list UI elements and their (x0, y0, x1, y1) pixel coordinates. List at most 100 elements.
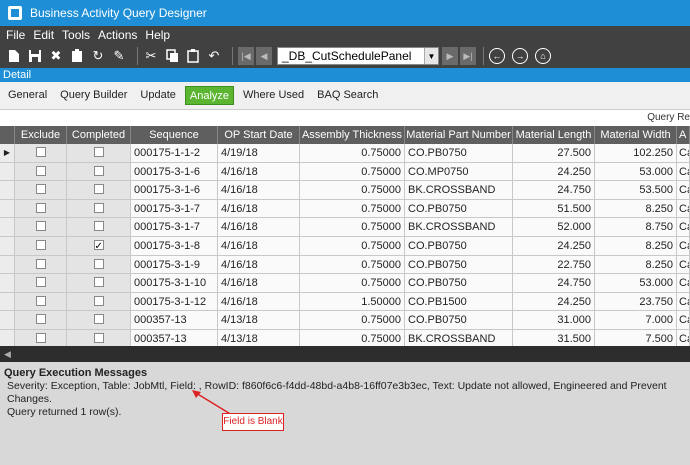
op-start-date-cell[interactable]: 4/19/18 (218, 144, 300, 163)
completed-checkbox[interactable] (93, 333, 104, 344)
results-grid[interactable]: Exclude Completed Sequence OP Start Date… (0, 126, 690, 346)
table-row[interactable]: 000175-3-1-6 4/16/18 0.75000 CO.MP0750 24.25… (0, 162, 690, 182)
horizontal-scrollbar[interactable]: ◀ (0, 346, 690, 362)
exclude-checkbox[interactable] (35, 240, 46, 251)
material-width-cell[interactable]: 7.500 (595, 330, 677, 346)
save-icon[interactable] (27, 48, 43, 64)
completed-checkbox[interactable] (93, 238, 104, 255)
undo-icon[interactable]: ↶ (206, 48, 222, 64)
row-selector[interactable] (0, 255, 15, 275)
tab-where-used[interactable]: Where Used (239, 86, 308, 105)
op-start-date-cell[interactable]: 4/16/18 (218, 237, 300, 256)
material-width-cell[interactable]: 8.250 (595, 237, 677, 256)
refresh-icon[interactable]: ↻ (90, 48, 106, 64)
material-width-cell[interactable]: 53.000 (595, 274, 677, 293)
sequence-cell[interactable]: 000175-3-1-7 (131, 199, 218, 219)
assembly-thickness-cell[interactable]: 0.75000 (300, 311, 405, 330)
table-row[interactable]: 000175-3-1-7 4/16/18 0.75000 BK.CROSSBAND 52… (0, 218, 690, 237)
assembly-thickness-cell[interactable]: 1.50000 (300, 292, 405, 312)
chevron-down-icon[interactable]: ▼ (424, 48, 438, 64)
column-header-material-width[interactable]: Material Width (595, 126, 677, 144)
completed-checkbox[interactable] (93, 165, 104, 176)
sequence-cell[interactable]: 000175-3-1-7 (131, 218, 218, 237)
material-width-cell[interactable]: 7.000 (595, 311, 677, 330)
material-length-cell[interactable]: 24.250 (513, 162, 595, 182)
exclude-checkbox[interactable] (35, 165, 46, 176)
delete-icon[interactable]: ✖ (48, 48, 64, 64)
next-record-button[interactable]: ▶ (442, 47, 458, 65)
exclude-checkbox[interactable] (35, 147, 46, 158)
material-length-cell[interactable]: 24.250 (513, 292, 595, 312)
new-icon[interactable] (6, 48, 22, 64)
table-row[interactable]: ▶ 000175-1-1-2 4/19/18 0.75000 CO.PB0750 27.5… (0, 144, 690, 163)
exclude-checkbox[interactable] (35, 184, 46, 195)
material-part-number-cell[interactable]: CO.PB0750 (405, 199, 513, 219)
scroll-left-icon[interactable]: ◀ (4, 349, 11, 360)
completed-checkbox[interactable] (93, 147, 104, 158)
material-width-cell[interactable]: 8.250 (595, 255, 677, 275)
row-selector[interactable]: ▶ (0, 144, 15, 163)
overflow-cell[interactable]: Ca (677, 144, 690, 163)
overflow-cell[interactable]: Ca (677, 237, 690, 256)
column-header-assembly-thickness[interactable]: Assembly Thickness (300, 126, 405, 144)
op-start-date-cell[interactable]: 4/13/18 (218, 330, 300, 346)
menu-actions[interactable]: Actions (98, 28, 137, 42)
completed-checkbox[interactable] (93, 202, 104, 213)
material-length-cell[interactable]: 27.500 (513, 144, 595, 163)
material-width-cell[interactable]: 23.750 (595, 292, 677, 312)
material-part-number-cell[interactable]: BK.CROSSBAND (405, 181, 513, 200)
menu-edit[interactable]: Edit (33, 28, 54, 42)
assembly-thickness-cell[interactable]: 0.75000 (300, 237, 405, 256)
overflow-cell[interactable]: Ca (677, 330, 690, 346)
tab-baq-search[interactable]: BAQ Search (313, 86, 382, 105)
sequence-cell[interactable]: 000175-3-1-10 (131, 274, 218, 293)
exclude-checkbox[interactable] (35, 221, 46, 232)
op-start-date-cell[interactable]: 4/16/18 (218, 292, 300, 312)
exclude-checkbox[interactable] (35, 333, 46, 344)
row-selector[interactable] (0, 237, 15, 256)
back-icon[interactable]: ← (489, 48, 505, 64)
overflow-cell[interactable]: Ca (677, 292, 690, 312)
material-part-number-cell[interactable]: BK.CROSSBAND (405, 330, 513, 346)
paste-icon[interactable] (185, 48, 201, 64)
assembly-thickness-cell[interactable]: 0.75000 (300, 255, 405, 275)
completed-checkbox[interactable] (93, 314, 104, 325)
overflow-cell[interactable]: Ca (677, 274, 690, 293)
overflow-cell[interactable]: Ca (677, 199, 690, 219)
material-part-number-cell[interactable]: CO.PB1500 (405, 292, 513, 312)
assembly-thickness-cell[interactable]: 0.75000 (300, 218, 405, 237)
row-selector[interactable] (0, 330, 15, 346)
assembly-thickness-cell[interactable]: 0.75000 (300, 274, 405, 293)
completed-checkbox[interactable] (93, 184, 104, 195)
exclude-checkbox[interactable] (35, 295, 46, 306)
row-selector[interactable] (0, 274, 15, 293)
column-header-completed[interactable]: Completed (67, 126, 131, 144)
row-selector[interactable] (0, 162, 15, 182)
sequence-cell[interactable]: 000357-13 (131, 311, 218, 330)
material-part-number-cell[interactable]: CO.PB0750 (405, 237, 513, 256)
column-header-material-part-number[interactable]: Material Part Number (405, 126, 513, 144)
table-row[interactable]: 000175-3-1-7 4/16/18 0.75000 CO.PB0750 51.50… (0, 199, 690, 219)
material-length-cell[interactable]: 24.750 (513, 181, 595, 200)
overflow-cell[interactable]: Ca (677, 311, 690, 330)
tab-update[interactable]: Update (136, 86, 179, 105)
op-start-date-cell[interactable]: 4/16/18 (218, 218, 300, 237)
table-row[interactable]: 000175-3-1-12 4/16/18 1.50000 CO.PB1500 24.2… (0, 292, 690, 312)
exclude-checkbox[interactable] (35, 202, 46, 213)
material-length-cell[interactable]: 31.000 (513, 311, 595, 330)
material-length-cell[interactable]: 24.250 (513, 237, 595, 256)
completed-checkbox[interactable] (93, 295, 104, 306)
forward-icon[interactable]: → (512, 48, 528, 64)
overflow-cell[interactable]: Ca (677, 218, 690, 237)
material-part-number-cell[interactable]: CO.PB0750 (405, 311, 513, 330)
column-header-material-length[interactable]: Material Length (513, 126, 595, 144)
material-width-cell[interactable]: 8.750 (595, 218, 677, 237)
op-start-date-cell[interactable]: 4/16/18 (218, 255, 300, 275)
material-part-number-cell[interactable]: BK.CROSSBAND (405, 218, 513, 237)
sequence-cell[interactable]: 000175-3-1-8 (131, 237, 218, 256)
table-row[interactable]: 000357-13 4/13/18 0.75000 BK.CROSSBAND 31.50… (0, 330, 690, 346)
overflow-cell[interactable]: Ca (677, 181, 690, 200)
material-length-cell[interactable]: 51.500 (513, 199, 595, 219)
menu-help[interactable]: Help (145, 28, 170, 42)
table-row[interactable]: 000175-3-1-6 4/16/18 0.75000 BK.CROSSBAND 24… (0, 181, 690, 200)
